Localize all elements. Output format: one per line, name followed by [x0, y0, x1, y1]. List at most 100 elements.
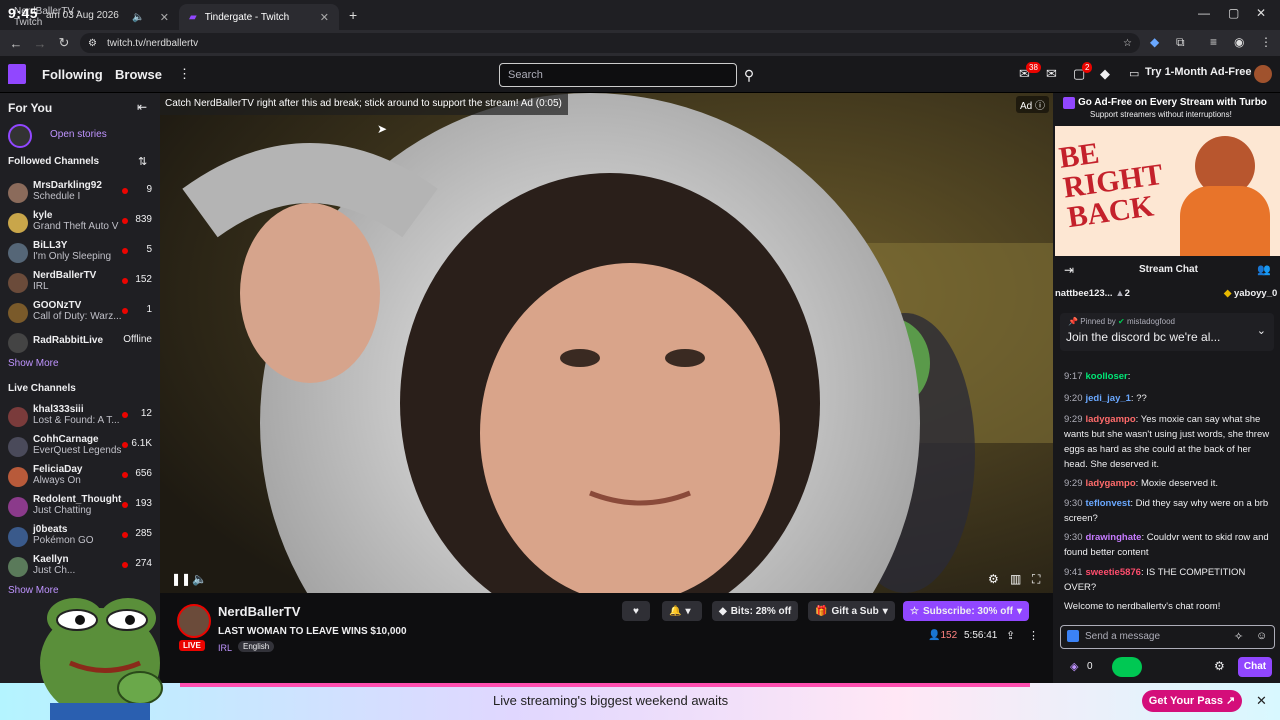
chat-message[interactable]: 9:29 ladygampo: Yes moxie can say what sh…: [1064, 412, 1276, 472]
chat-message[interactable]: 9:20 jedi_jay_1: ??: [1064, 391, 1276, 406]
minimize-icon[interactable]: —: [1198, 6, 1210, 20]
channel-game: Grand Theft Auto V: [33, 221, 119, 232]
chat-message[interactable]: 9:29 ladygampo: Moxie deserved it.: [1064, 476, 1276, 491]
leaderboard-entry[interactable]: ◆ yaboyy_0: [1224, 288, 1277, 299]
stream-category[interactable]: IRL: [218, 643, 232, 653]
twitch-logo-icon[interactable]: [8, 64, 26, 84]
chat-username[interactable]: ladygampo: [1086, 478, 1136, 489]
chat-timestamp: 9:29: [1064, 478, 1083, 489]
speaker-icon[interactable]: 🔈: [132, 12, 144, 23]
stories-avatar[interactable]: [8, 124, 32, 148]
chat-settings-icon[interactable]: ⚙: [1214, 659, 1225, 673]
forward-icon[interactable]: →: [28, 36, 52, 51]
channel-row[interactable]: GOONzTV Call of Duty: Warz... 1: [8, 300, 156, 330]
channel-row[interactable]: FeliciaDay Always On 656: [8, 464, 156, 494]
gift-sub-button[interactable]: 🎁 Gift a Sub ▾: [808, 601, 895, 621]
channel-row[interactable]: kyle Grand Theft Auto V 839: [8, 210, 156, 240]
channel-game: EverQuest Legends: [33, 445, 122, 456]
channel-row[interactable]: CohhCarnage EverQuest Legends 6.1K: [8, 434, 156, 464]
channel-row[interactable]: Redolent_Thought Just Chatting 193: [8, 494, 156, 524]
pinned-message[interactable]: 📌 Pinned by ✔ mistadogfood Join the disc…: [1060, 313, 1274, 351]
channel-row[interactable]: NerdBallerTV IRL 152: [8, 270, 156, 300]
channel-avatar[interactable]: [177, 604, 211, 638]
reload-icon[interactable]: ↻: [52, 35, 76, 51]
video-player[interactable]: [160, 93, 1053, 593]
share-icon[interactable]: ⇪: [1006, 629, 1015, 642]
chat-message[interactable]: 9:30 teflonvest: Did they say why were on…: [1064, 496, 1276, 526]
subscribe-button[interactable]: ☆ Subscribe: 30% off ▾: [903, 601, 1030, 621]
open-stories-link[interactable]: Open stories: [50, 129, 107, 140]
pause-icon[interactable]: ❚❚: [171, 572, 191, 586]
browser-menu-icon[interactable]: ⋮: [1260, 35, 1272, 49]
close-banner-icon[interactable]: ✕: [1256, 693, 1267, 709]
nav-browse[interactable]: Browse: [115, 67, 162, 82]
back-icon[interactable]: ←: [4, 36, 28, 51]
chat-identity-badge-icon[interactable]: [1067, 630, 1079, 642]
more-menu-icon[interactable]: ⋮: [178, 66, 191, 82]
new-tab-icon[interactable]: +: [349, 7, 357, 23]
channel-row[interactable]: j0beats Pokémon GO 285: [8, 524, 156, 554]
chat-message[interactable]: 9:17 koolloser:: [1064, 369, 1276, 384]
chat-username[interactable]: jedi_jay_1: [1086, 393, 1131, 404]
chat-username[interactable]: ladygampo: [1086, 414, 1136, 425]
profile-icon[interactable]: ◉: [1234, 35, 1244, 49]
users-list-icon[interactable]: 👥: [1257, 263, 1271, 276]
theatre-mode-icon[interactable]: ▥: [1010, 572, 1021, 586]
follow-heart-button[interactable]: ♥: [622, 601, 650, 621]
leaderboard-entry[interactable]: nattbee123... ▲2: [1055, 288, 1130, 299]
chat-username[interactable]: drawinghate: [1086, 532, 1142, 543]
chat-username[interactable]: sweetie5876: [1086, 567, 1141, 578]
channel-name[interactable]: NerdBallerTV: [218, 604, 300, 619]
bookmark-star-icon[interactable]: ☆: [1123, 38, 1132, 49]
channel-avatar: [8, 273, 28, 293]
volume-icon[interactable]: 🔈: [192, 572, 207, 586]
more-options-icon[interactable]: ⋮: [1028, 629, 1039, 642]
notification-bell-button[interactable]: 🔔 ▾: [662, 601, 702, 621]
channel-points-icon[interactable]: ◈: [1070, 660, 1078, 673]
collapse-chat-icon[interactable]: ⇥: [1064, 263, 1074, 277]
whispers-icon[interactable]: ✉: [1046, 66, 1057, 82]
fullscreen-icon[interactable]: ⛶: [1032, 572, 1040, 587]
search-icon[interactable]: ⚲: [738, 63, 760, 87]
extensions-puzzle-icon[interactable]: ⧉: [1176, 35, 1185, 50]
chevron-down-icon[interactable]: ⌄: [1257, 324, 1266, 337]
claim-bonus-icon[interactable]: [1112, 657, 1142, 677]
sort-icon[interactable]: ⇅: [138, 155, 147, 168]
channel-row[interactable]: BiLL3Y I'm Only Sleeping 5: [8, 240, 156, 270]
bits-cheer-icon[interactable]: ✧: [1234, 630, 1243, 643]
settings-gear-icon[interactable]: ⚙: [988, 572, 999, 586]
language-tag[interactable]: English: [238, 641, 275, 652]
bits-icon[interactable]: ◆: [1100, 66, 1110, 82]
live-dot-icon: [122, 472, 128, 478]
chat-username[interactable]: teflonvest: [1086, 498, 1131, 509]
chat-message[interactable]: 9:41 sweetie5876: IS THE COMPETITION OVER…: [1064, 565, 1276, 595]
user-avatar[interactable]: [1254, 65, 1272, 83]
chat-username[interactable]: koolloser: [1086, 371, 1128, 382]
collapse-sidebar-icon[interactable]: ⇤: [137, 100, 147, 114]
emote-picker-icon[interactable]: ☺: [1256, 630, 1267, 642]
chat-send-button[interactable]: Chat: [1238, 657, 1272, 677]
media-control-icon[interactable]: ≡: [1210, 35, 1217, 49]
channel-row[interactable]: khal333siii Lost & Found: A T... 12: [8, 404, 156, 434]
turbo-promo-heading[interactable]: Go Ad-Free on Every Stream with Turbo: [1078, 97, 1267, 108]
channel-name: BiLL3Y: [33, 240, 68, 251]
ad-tag[interactable]: Ad ⓘ: [1016, 96, 1050, 113]
try-turbo-button[interactable]: Try 1-Month Ad-Free: [1145, 66, 1252, 78]
extension-icon[interactable]: ◆: [1150, 35, 1159, 49]
search-input[interactable]: Search: [499, 63, 737, 87]
site-info-icon[interactable]: ⚙: [88, 38, 97, 49]
close-tab-icon[interactable]: ✕: [160, 11, 169, 24]
get-pass-button[interactable]: Get Your Pass ↗: [1142, 690, 1242, 712]
show-more-followed[interactable]: Show More: [8, 358, 59, 369]
url-field[interactable]: ⚙ twitch.tv/nerdballertv ☆: [80, 33, 1140, 53]
channel-row[interactable]: MrsDarkling92 Schedule I 9: [8, 180, 156, 210]
bits-button[interactable]: ◆ Bits: 28% off: [712, 601, 799, 621]
close-window-icon[interactable]: ✕: [1256, 6, 1266, 20]
chat-message[interactable]: 9:30 drawinghate: Couldvr went to skid ro…: [1064, 530, 1276, 560]
channel-row[interactable]: RadRabbitLive Offline: [8, 330, 156, 360]
browser-tab-active[interactable]: ▰ Tindergate - Twitch ✕: [179, 4, 339, 30]
chat-timestamp: 9:20: [1064, 393, 1083, 404]
maximize-icon[interactable]: ▢: [1228, 6, 1239, 20]
nav-following[interactable]: Following: [42, 67, 103, 82]
close-tab-icon[interactable]: ✕: [320, 11, 329, 24]
